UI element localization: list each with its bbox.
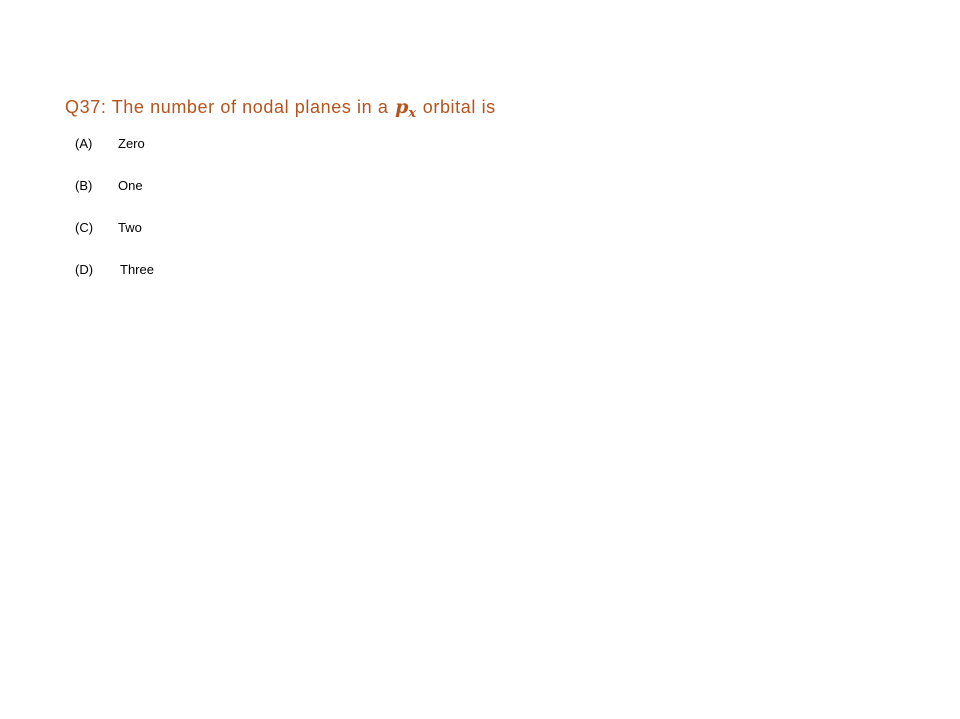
option-d[interactable]: (D) Three bbox=[75, 262, 154, 278]
option-a[interactable]: (A) Zero bbox=[75, 136, 145, 152]
option-text: Two bbox=[118, 220, 142, 235]
option-letter: (A) bbox=[75, 136, 93, 151]
option-text: Three bbox=[120, 262, 154, 277]
math-subscript: x bbox=[408, 106, 417, 121]
math-symbol: px bbox=[395, 96, 417, 121]
question-suffix: orbital is bbox=[417, 97, 496, 117]
option-b[interactable]: (B) One bbox=[75, 178, 143, 194]
question-text: Q37: The number of nodal planes in a px … bbox=[65, 95, 496, 121]
option-text: Zero bbox=[118, 136, 145, 151]
option-letter: (B) bbox=[75, 178, 93, 193]
option-letter: (D) bbox=[75, 262, 94, 277]
option-c[interactable]: (C) Two bbox=[75, 220, 142, 236]
option-text: One bbox=[118, 178, 143, 193]
math-base: p bbox=[395, 96, 409, 118]
option-letter: (C) bbox=[75, 220, 94, 235]
question-prefix: Q37: The number of nodal planes in a bbox=[65, 97, 395, 117]
